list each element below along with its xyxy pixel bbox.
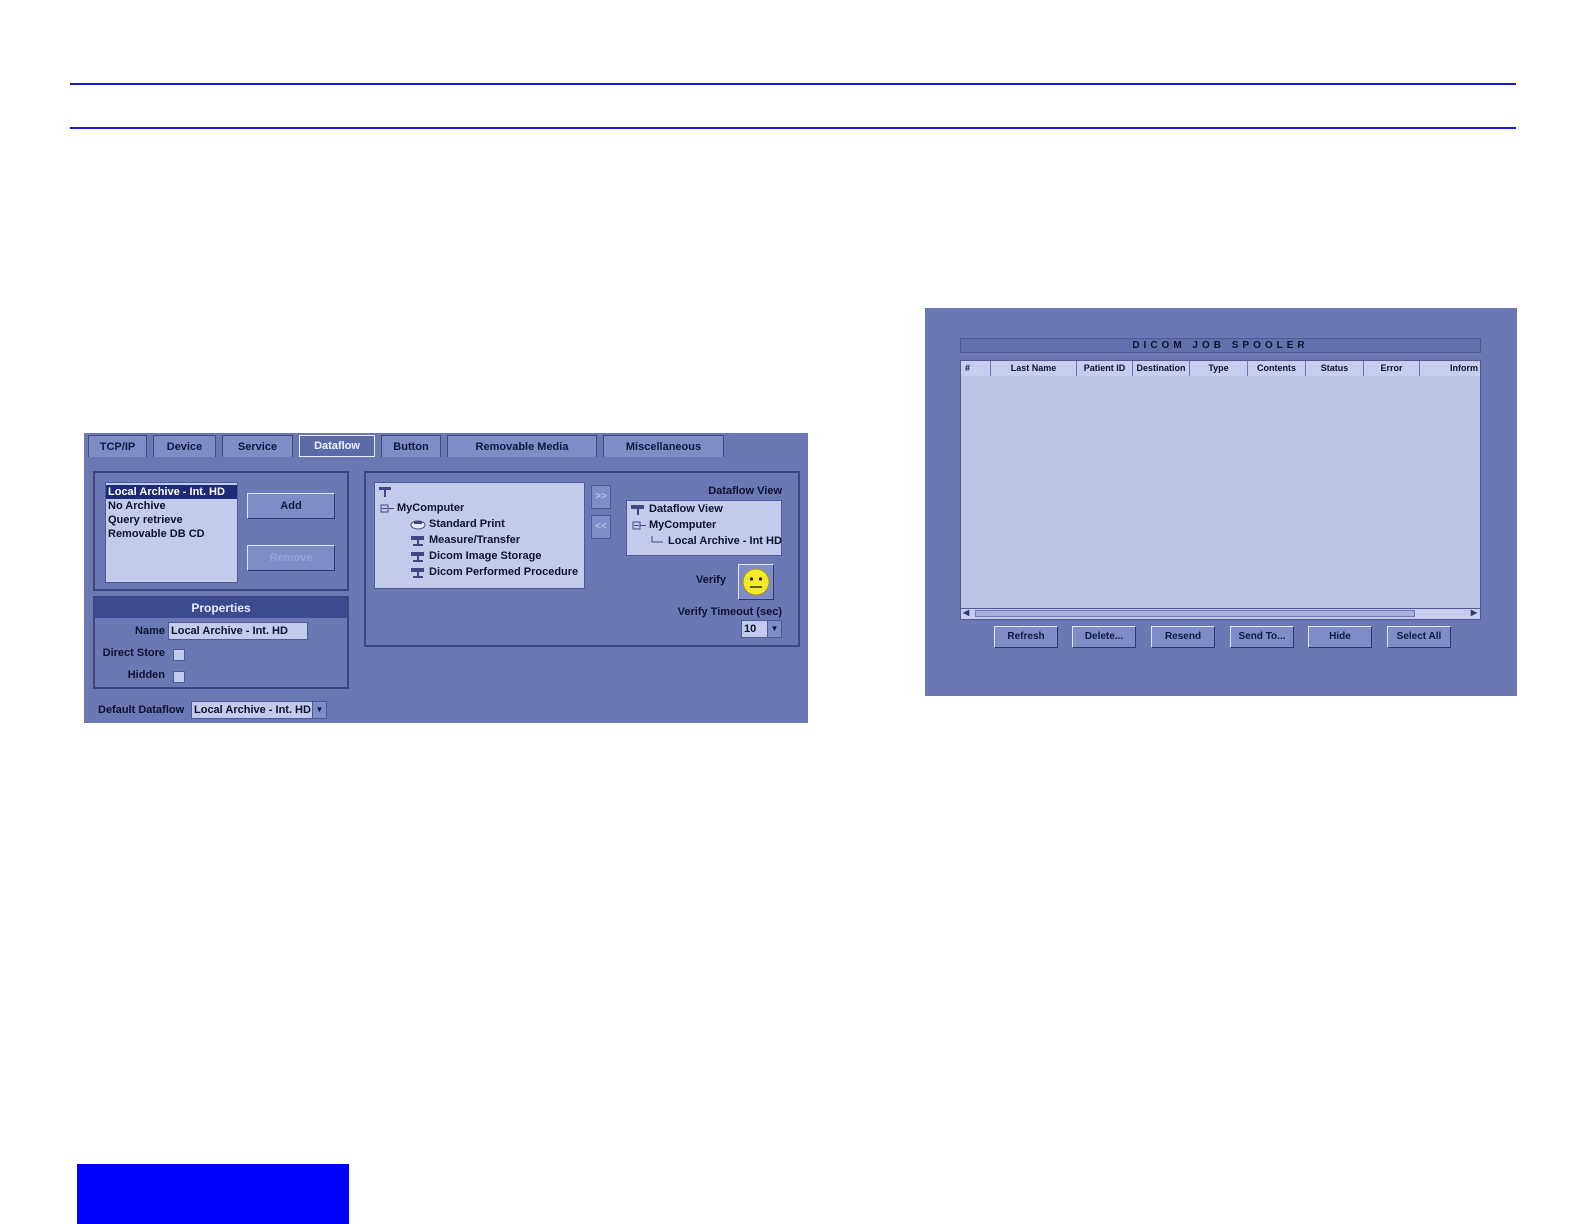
top-rule	[70, 83, 1516, 85]
tree-label: MyComputer	[397, 502, 465, 514]
default-dataflow-select[interactable]: Local Archive - Int. HD ▼	[191, 701, 327, 719]
delete-button[interactable]: Delete...	[1072, 626, 1136, 648]
column-header[interactable]: #	[961, 361, 991, 376]
neutral-face-icon	[742, 568, 770, 596]
chevron-down-icon[interactable]: ▼	[312, 702, 326, 718]
chevron-down-icon[interactable]: ▼	[767, 621, 781, 637]
dataflow-config-panel: TCP/IP Device Service Dataflow Button Re…	[84, 433, 808, 723]
verify-timeout-label: Verify Timeout (sec)	[677, 606, 782, 618]
tree-root-icon-row	[378, 486, 397, 497]
verify-button[interactable]	[738, 564, 774, 600]
list-item[interactable]: Query retrieve	[106, 513, 237, 527]
tree-label: Dicom Performed Procedure	[429, 566, 579, 578]
scroll-left-icon[interactable]: ◀	[963, 608, 969, 617]
tab-bar: TCP/IP Device Service Dataflow Button Re…	[84, 433, 808, 461]
properties-group: Properties Name Local Archive - Int. HD …	[93, 596, 349, 689]
tree-label: Dataflow View	[649, 503, 723, 515]
tree-label: Dicom Image Storage	[429, 550, 542, 562]
verify-timeout-select[interactable]: 10 ▼	[741, 620, 782, 638]
tree-branch-icon	[651, 535, 663, 542]
tree-label: Local Archive - Int HD	[668, 535, 782, 547]
select-all-button[interactable]: Select All	[1387, 626, 1451, 648]
dataflow-editor-group: MyComputer Standard Print Measure/Transf…	[364, 471, 800, 647]
hide-button[interactable]: Hide	[1308, 626, 1372, 648]
list-item[interactable]: No Archive	[106, 499, 237, 513]
network-icon	[411, 567, 424, 578]
device-tree[interactable]: MyComputer Standard Print Measure/Transf…	[374, 482, 585, 589]
name-label: Name	[135, 625, 165, 637]
properties-header: Properties	[95, 598, 347, 618]
refresh-button[interactable]: Refresh	[994, 626, 1058, 648]
list-item[interactable]: Removable DB CD	[106, 527, 237, 541]
dataflow-view-label: Dataflow View	[708, 485, 782, 497]
tab-dataflow[interactable]: Dataflow	[299, 435, 375, 457]
tree-label: Standard Print	[429, 518, 505, 530]
dataflow-listbox[interactable]: Local Archive - Int. HD No Archive Query…	[105, 482, 238, 583]
footer-blue-block	[77, 1164, 349, 1224]
send-to-button[interactable]: Send To...	[1230, 626, 1294, 648]
verify-label: Verify	[696, 574, 726, 586]
tree-row-mycomputer[interactable]: MyComputer	[378, 502, 464, 514]
verify-timeout-value: 10	[744, 623, 757, 635]
move-left-button[interactable]: <<	[591, 515, 611, 539]
tab-tcpip[interactable]: TCP/IP	[88, 435, 147, 457]
tree-row-device[interactable]: Dicom Image Storage	[410, 550, 541, 562]
column-header[interactable]: Error	[1364, 361, 1420, 376]
printer-icon	[410, 520, 426, 529]
tree-row-leaf[interactable]: Local Archive - Int HD	[649, 535, 782, 547]
scroll-right-icon[interactable]: ▶	[1471, 608, 1477, 617]
direct-store-checkbox[interactable]	[173, 649, 185, 661]
job-table[interactable]: # Last Name Patient ID Destination Type …	[960, 360, 1481, 620]
default-dataflow-label: Default Dataflow	[98, 704, 185, 716]
tree-label: MyComputer	[649, 519, 717, 531]
resend-button[interactable]: Resend	[1151, 626, 1215, 648]
network-icon	[631, 504, 644, 515]
name-field[interactable]: Local Archive - Int. HD	[168, 622, 308, 640]
hidden-label: Hidden	[127, 669, 165, 681]
network-icon	[411, 535, 424, 546]
default-dataflow-value: Local Archive - Int. HD	[194, 704, 311, 716]
column-header[interactable]: Status	[1306, 361, 1364, 376]
tree-row-device[interactable]: Standard Print	[410, 518, 505, 530]
move-right-button[interactable]: >>	[591, 485, 611, 509]
column-header[interactable]: Inform	[1420, 361, 1480, 376]
network-icon	[411, 551, 424, 562]
tree-row-device[interactable]: Measure/Transfer	[410, 534, 520, 546]
second-rule	[70, 127, 1516, 129]
column-header[interactable]: Destination	[1133, 361, 1190, 376]
list-item[interactable]: Local Archive - Int. HD	[106, 485, 237, 499]
tab-removable-media[interactable]: Removable Media	[447, 435, 597, 457]
tree-label: Measure/Transfer	[429, 534, 521, 546]
tree-row-dataflow-view[interactable]: Dataflow View	[630, 503, 723, 515]
column-header[interactable]: Patient ID	[1077, 361, 1133, 376]
spooler-title: DICOM JOB SPOOLER	[960, 338, 1481, 353]
scroll-thumb[interactable]	[975, 610, 1415, 617]
remove-button[interactable]: Remove	[247, 545, 335, 571]
network-icon	[379, 487, 391, 497]
tree-row-device[interactable]: Dicom Performed Procedure	[410, 566, 578, 578]
tab-button[interactable]: Button	[381, 435, 441, 457]
collapse-icon[interactable]	[378, 503, 394, 514]
table-header: # Last Name Patient ID Destination Type …	[961, 361, 1480, 376]
dataflow-list-group: Local Archive - Int. HD No Archive Query…	[93, 471, 349, 591]
tab-service[interactable]: Service	[222, 435, 293, 457]
add-button[interactable]: Add	[247, 493, 335, 519]
column-header[interactable]: Type	[1190, 361, 1248, 376]
horizontal-scrollbar[interactable]: ◀ ▶	[961, 608, 1480, 619]
tab-device[interactable]: Device	[153, 435, 216, 457]
direct-store-label: Direct Store	[102, 647, 165, 659]
dataflow-view-tree[interactable]: Dataflow View MyComputer Local Archive -…	[626, 500, 782, 556]
tree-row-mycomputer[interactable]: MyComputer	[630, 519, 716, 531]
dicom-job-spooler-panel: DICOM JOB SPOOLER # Last Name Patient ID…	[925, 308, 1517, 696]
column-header[interactable]: Contents	[1248, 361, 1306, 376]
column-header[interactable]: Last Name	[991, 361, 1077, 376]
tab-miscellaneous[interactable]: Miscellaneous	[603, 435, 724, 457]
collapse-icon[interactable]	[630, 520, 646, 531]
hidden-checkbox[interactable]	[173, 671, 185, 683]
